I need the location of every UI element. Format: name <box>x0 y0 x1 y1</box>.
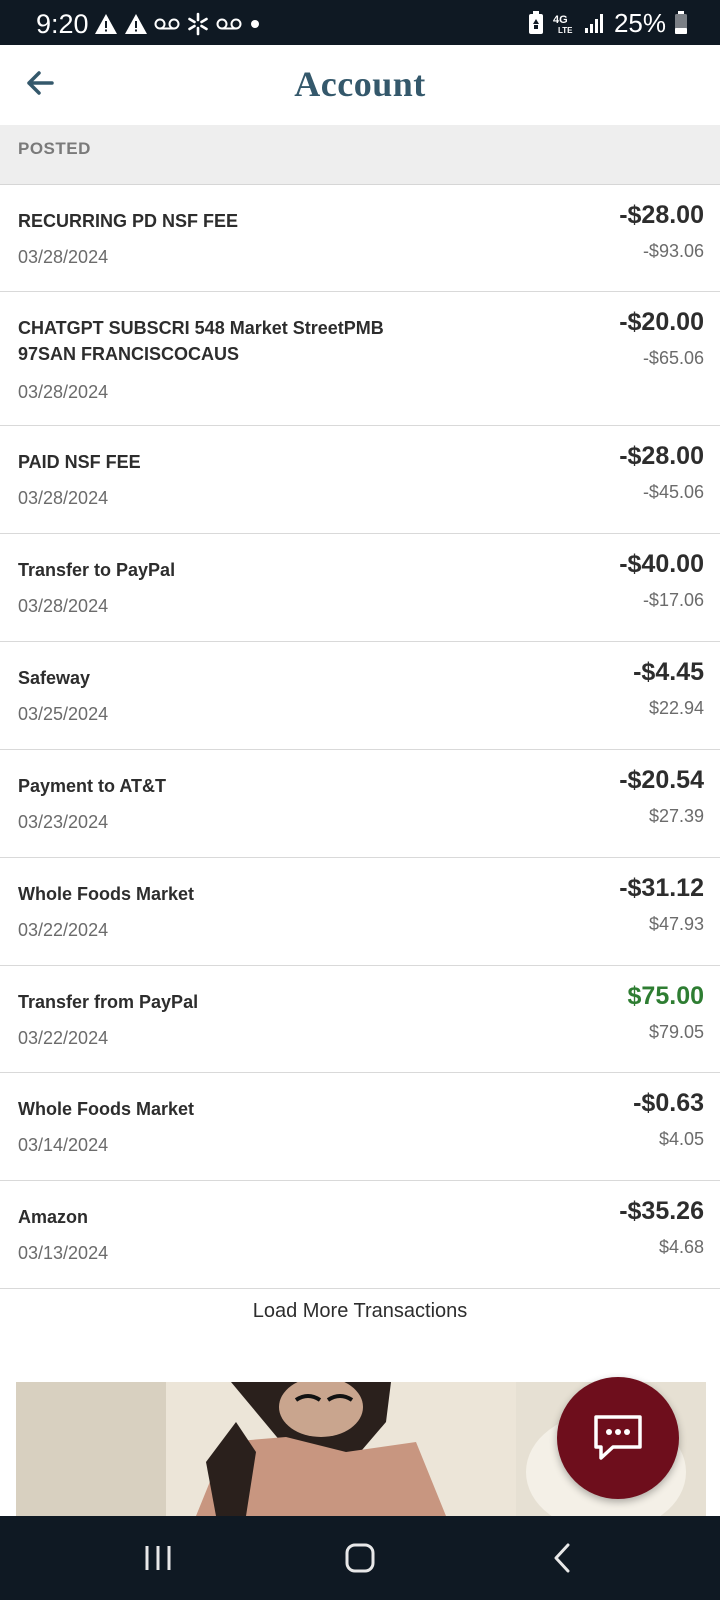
transaction-amount: -$4.45 <box>633 658 704 686</box>
transaction-balance: -$45.06 <box>642 482 704 502</box>
transaction-row[interactable]: Payment to AT&T 03/23/2024 -$20.54 $27.3… <box>0 750 720 858</box>
signal-icon <box>584 14 603 33</box>
transaction-date: 03/22/2024 <box>18 1028 109 1048</box>
transaction-amount: -$0.63 <box>633 1089 704 1117</box>
section-header: POSTED <box>0 125 720 185</box>
transaction-name: RECURRING PD NSF FEE <box>18 211 239 231</box>
transaction-balance: $79.05 <box>648 1022 704 1042</box>
transaction-amount: $75.00 <box>627 982 704 1010</box>
transaction-balance: $47.93 <box>648 914 704 934</box>
transaction-name: Amazon <box>18 1207 89 1227</box>
home-button[interactable] <box>330 1536 390 1580</box>
transaction-row[interactable]: Whole Foods Market 03/22/2024 -$31.12 $4… <box>0 858 720 966</box>
transaction-name: CHATGPT SUBSCRI 548 Market StreetPMB 97S… <box>18 318 384 364</box>
back-chevron-icon <box>554 1543 570 1573</box>
system-navigation-bar <box>0 1516 720 1600</box>
voicemail-icon <box>154 18 180 30</box>
dot-icon <box>251 20 259 28</box>
transaction-name: Transfer to PayPal <box>18 560 176 580</box>
transaction-row[interactable]: RECURRING PD NSF FEE 03/28/2024 -$28.00 … <box>0 185 720 292</box>
transaction-amount: -$28.00 <box>619 442 704 470</box>
transaction-name: Safeway <box>18 668 91 688</box>
transaction-amount: -$31.12 <box>619 874 704 902</box>
transaction-amount: -$20.00 <box>619 308 704 336</box>
transaction-name: Transfer from PayPal <box>18 992 199 1012</box>
transaction-name: Whole Foods Market <box>18 1099 195 1119</box>
back-nav-button[interactable] <box>532 1536 592 1580</box>
status-left-icons <box>94 12 262 36</box>
transaction-balance: $27.39 <box>648 806 704 826</box>
transaction-row[interactable]: CHATGPT SUBSCRI 548 Market StreetPMB 97S… <box>0 292 720 426</box>
transaction-balance: -$65.06 <box>642 348 704 368</box>
transaction-list: RECURRING PD NSF FEE 03/28/2024 -$28.00 … <box>0 185 720 1289</box>
transaction-date: 03/28/2024 <box>18 382 109 402</box>
battery-saver-icon <box>528 11 543 34</box>
battery-percentage: 25% <box>613 7 666 38</box>
transaction-balance: -$17.06 <box>642 590 704 610</box>
transaction-balance: $4.05 <box>658 1129 704 1149</box>
load-more-button[interactable]: Load More Transactions <box>0 1300 720 1323</box>
app-header: Account <box>0 45 720 125</box>
status-right-icons: 4G LTE 25% <box>528 7 688 38</box>
transaction-date: 03/13/2024 <box>18 1243 109 1263</box>
transaction-name: PAID NSF FEE <box>18 452 141 472</box>
transaction-row[interactable]: PAID NSF FEE 03/28/2024 -$28.00 -$45.06 <box>0 426 720 534</box>
transaction-name: Payment to AT&T <box>18 776 167 796</box>
transaction-balance: -$93.06 <box>642 241 704 261</box>
svg-text:4G: 4G <box>553 14 568 26</box>
recent-apps-button[interactable] <box>128 1536 188 1580</box>
transaction-date: 03/28/2024 <box>18 488 109 508</box>
recent-apps-icon <box>145 1546 171 1570</box>
transaction-date: 03/14/2024 <box>18 1135 109 1155</box>
transaction-amount: -$20.54 <box>619 766 704 794</box>
voicemail-icon <box>216 18 242 30</box>
transaction-balance: $22.94 <box>648 698 704 718</box>
transaction-date: 03/28/2024 <box>18 247 109 267</box>
transaction-row[interactable]: Transfer from PayPal 03/22/2024 $75.00 $… <box>0 966 720 1073</box>
warning-icon <box>95 14 117 34</box>
svg-text:LTE: LTE <box>558 26 573 35</box>
transaction-row[interactable]: Amazon 03/13/2024 -$35.26 $4.68 <box>0 1181 720 1289</box>
page-title: Account <box>294 64 426 104</box>
section-label-posted: POSTED <box>18 139 91 158</box>
transaction-date: 03/22/2024 <box>18 920 109 940</box>
chat-button[interactable] <box>557 1377 679 1499</box>
home-icon <box>345 1543 375 1573</box>
status-time: 9:20 <box>36 9 89 39</box>
transaction-date: 03/28/2024 <box>18 596 109 616</box>
4g-lte-icon: 4GLTE <box>553 14 573 35</box>
transaction-amount: -$40.00 <box>619 550 704 578</box>
warning-icon <box>125 14 147 34</box>
transaction-name: Whole Foods Market <box>18 884 195 904</box>
chat-bubble-icon <box>594 1415 642 1460</box>
transaction-balance: $4.68 <box>658 1237 704 1257</box>
transaction-row[interactable]: Safeway 03/25/2024 -$4.45 $22.94 <box>0 642 720 750</box>
battery-icon <box>675 11 687 34</box>
transaction-amount: -$35.26 <box>619 1197 704 1225</box>
transaction-date: 03/25/2024 <box>18 704 109 724</box>
transaction-row[interactable]: Transfer to PayPal 03/28/2024 -$40.00 -$… <box>0 534 720 642</box>
status-bar: 9:20 4G LTE 25% <box>0 0 720 45</box>
transaction-row[interactable]: Whole Foods Market 03/14/2024 -$0.63 $4.… <box>0 1073 720 1181</box>
walmart-spark-icon <box>188 12 208 36</box>
transaction-date: 03/23/2024 <box>18 812 109 832</box>
transaction-amount: -$28.00 <box>619 201 704 229</box>
